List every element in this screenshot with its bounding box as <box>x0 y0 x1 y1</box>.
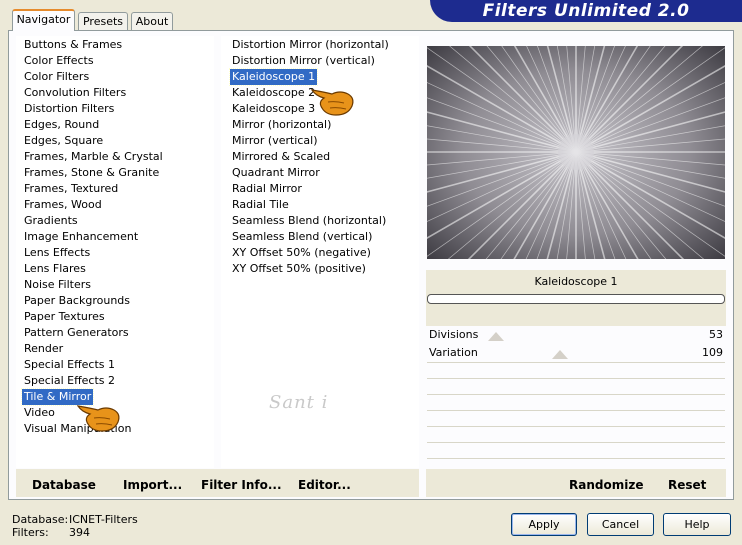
import-button[interactable]: Import... <box>123 476 182 494</box>
slider-thumb[interactable] <box>487 332 504 341</box>
param-separator <box>427 426 725 427</box>
category-item[interactable]: Lens Effects <box>22 245 92 261</box>
tab-about[interactable]: About <box>131 12 173 30</box>
app-title: Filters Unlimited 2.0 <box>482 1 690 21</box>
param-variation-slider[interactable]: Variation 109 <box>427 344 725 361</box>
database-button[interactable]: Database <box>32 476 96 494</box>
filter-item[interactable]: Distortion Mirror (vertical) <box>230 53 377 69</box>
tab-navigator[interactable]: Navigator <box>12 9 75 31</box>
help-button[interactable]: Help <box>663 513 731 536</box>
category-item[interactable]: Gradients <box>22 213 80 229</box>
category-item[interactable]: Paper Backgrounds <box>22 293 132 309</box>
param-separator <box>427 458 725 459</box>
param-name: Variation <box>429 346 478 359</box>
category-item[interactable]: Color Filters <box>22 69 91 85</box>
filter-item[interactable]: Mirrored & Scaled <box>230 149 332 165</box>
category-item[interactable]: Color Effects <box>22 53 96 69</box>
filter-item[interactable]: Mirror (vertical) <box>230 133 320 149</box>
status-filters-key: Filters: <box>12 526 49 539</box>
preview-progress-bar <box>427 294 725 304</box>
category-item[interactable]: Special Effects 1 <box>22 357 117 373</box>
category-item[interactable]: Edges, Round <box>22 117 101 133</box>
randomize-button[interactable]: Randomize <box>569 476 643 494</box>
filter-item[interactable]: Mirror (horizontal) <box>230 117 333 133</box>
filter-item[interactable]: Kaleidoscope 3 <box>230 101 317 117</box>
category-item[interactable]: Distortion Filters <box>22 101 116 117</box>
category-item[interactable]: Convolution Filters <box>22 85 128 101</box>
filter-item[interactable]: XY Offset 50% (negative) <box>230 245 373 261</box>
status-database-value: ICNET-Filters <box>69 513 138 526</box>
param-name: Divisions <box>429 328 479 341</box>
filter-item[interactable]: Radial Mirror <box>230 181 304 197</box>
preview-filter-name: Kaleidoscope 1 <box>534 275 618 288</box>
category-item[interactable]: Render <box>22 341 65 357</box>
apply-button[interactable]: Apply <box>511 513 577 536</box>
tab-presets[interactable]: Presets <box>78 12 128 30</box>
watermark-signature: Sant i <box>269 392 329 413</box>
filter-item[interactable]: Kaleidoscope 2 <box>230 85 317 101</box>
cancel-button[interactable]: Cancel <box>587 513 654 536</box>
filter-item[interactable]: Distortion Mirror (horizontal) <box>230 37 391 53</box>
filter-item[interactable]: Kaleidoscope 1 <box>228 68 319 86</box>
filter-item[interactable]: Seamless Blend (vertical) <box>230 229 374 245</box>
status-filters-value: 394 <box>69 526 90 539</box>
reset-button[interactable]: Reset <box>668 476 706 494</box>
filter-item[interactable]: Radial Tile <box>230 197 291 213</box>
filter-item[interactable]: Quadrant Mirror <box>230 165 322 181</box>
category-item[interactable]: Lens Flares <box>22 261 88 277</box>
param-value: 109 <box>702 346 723 359</box>
status-database-key: Database: <box>12 513 69 526</box>
category-item[interactable]: Paper Textures <box>22 309 107 325</box>
filter-item[interactable]: Seamless Blend (horizontal) <box>230 213 388 229</box>
editor-button[interactable]: Editor... <box>298 476 351 494</box>
param-value: 53 <box>709 328 723 341</box>
param-separator <box>427 394 725 395</box>
category-item[interactable]: Frames, Marble & Crystal <box>22 149 165 165</box>
param-divisions-slider[interactable]: Divisions 53 <box>427 326 725 343</box>
category-item[interactable]: Edges, Square <box>22 133 105 149</box>
category-item[interactable]: Special Effects 2 <box>22 373 117 389</box>
param-separator <box>427 378 725 379</box>
category-item[interactable]: Video <box>22 405 57 421</box>
pointing-hand-icon <box>76 405 120 432</box>
category-item[interactable]: Frames, Stone & Granite <box>22 165 161 181</box>
param-separator <box>427 410 725 411</box>
category-item[interactable]: Image Enhancement <box>22 229 140 245</box>
category-item[interactable]: Frames, Wood <box>22 197 104 213</box>
category-item[interactable]: Pattern Generators <box>22 325 131 341</box>
category-item[interactable]: Frames, Textured <box>22 181 120 197</box>
category-item[interactable]: Buttons & Frames <box>22 37 124 53</box>
filter-info-button[interactable]: Filter Info... <box>201 476 282 494</box>
param-separator <box>427 442 725 443</box>
filter-preview-image <box>427 46 725 259</box>
pointing-hand-icon <box>310 89 354 116</box>
filter-item[interactable]: XY Offset 50% (positive) <box>230 261 368 277</box>
slider-thumb[interactable] <box>551 350 568 359</box>
param-separator <box>427 362 725 363</box>
category-item[interactable]: Noise Filters <box>22 277 93 293</box>
